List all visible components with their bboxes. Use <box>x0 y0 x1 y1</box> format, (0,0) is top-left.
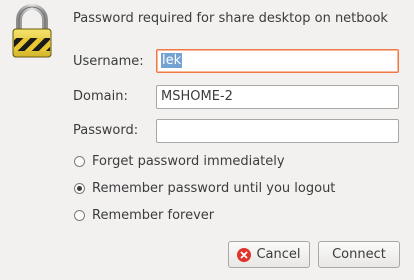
password-label: Password: <box>73 123 139 138</box>
radio-forget-immediately[interactable]: Forget password immediately <box>74 154 285 169</box>
domain-field[interactable]: MSHOME-2 <box>156 85 399 109</box>
radio-remember-forever[interactable]: Remember forever <box>74 208 214 223</box>
radio-button[interactable] <box>74 156 85 167</box>
radio-remember-until-logout[interactable]: Remember password until you logout <box>74 181 335 196</box>
radio-label: Remember password until you logout <box>92 181 336 196</box>
radio-button[interactable] <box>74 183 85 194</box>
cancel-icon <box>237 247 252 262</box>
cancel-label: Cancel <box>256 247 301 262</box>
radio-label: Remember forever <box>92 208 215 223</box>
username-value: lek <box>161 53 183 68</box>
domain-label: Domain: <box>73 89 128 104</box>
connect-label: Connect <box>332 247 386 262</box>
connect-button[interactable]: Connect <box>318 241 400 268</box>
radio-button[interactable] <box>74 210 85 221</box>
username-field[interactable]: lek <box>156 49 399 73</box>
password-field[interactable] <box>156 119 399 143</box>
cancel-button[interactable]: Cancel <box>228 241 310 268</box>
radio-label: Forget password immediately <box>92 154 285 169</box>
dialog-message: Password required for share desktop on n… <box>73 11 388 26</box>
password-dialog: Password required for share desktop on n… <box>0 0 414 280</box>
username-label: Username: <box>73 54 144 69</box>
padlock-icon <box>8 4 56 60</box>
